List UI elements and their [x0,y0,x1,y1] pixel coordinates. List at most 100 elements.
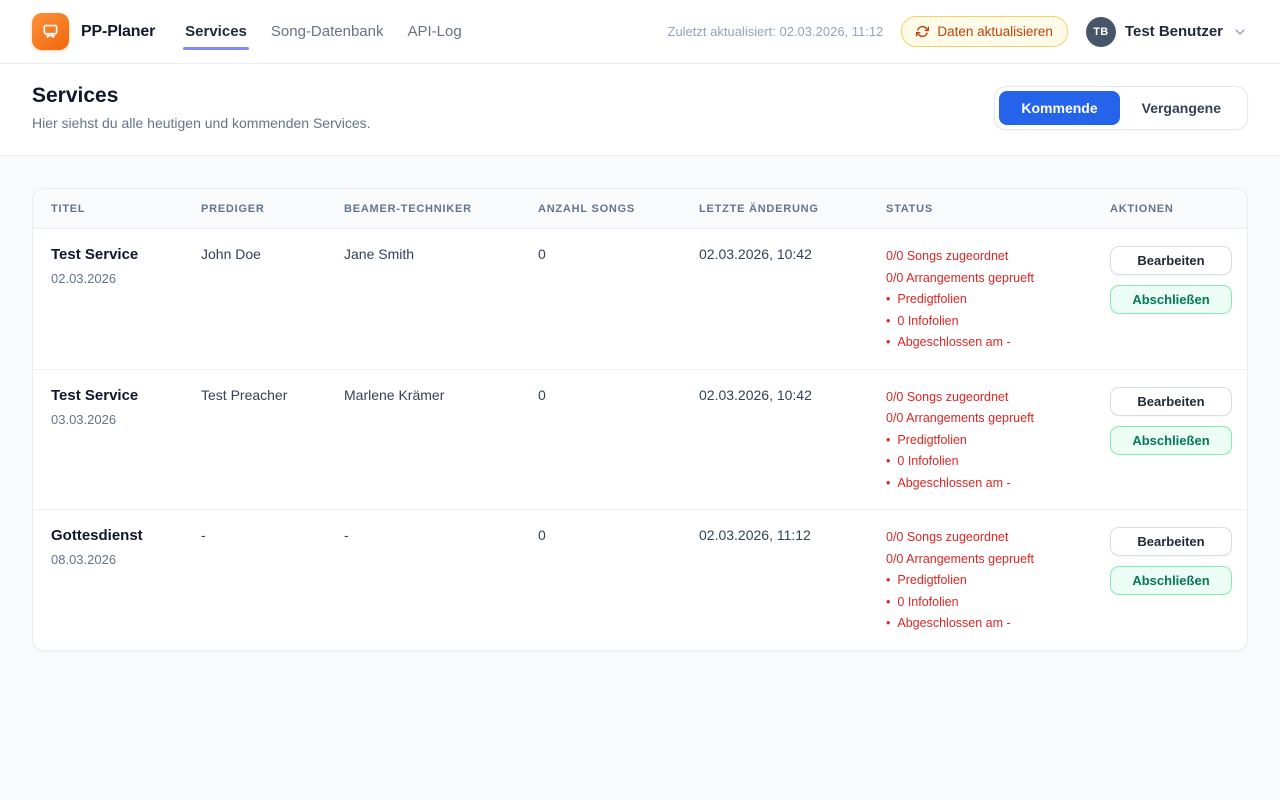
service-date: 03.03.2026 [51,412,175,427]
nav-item-song-datenbank[interactable]: Song-Datenbank [271,23,384,40]
cell-prediger: John Doe [183,229,326,370]
user-menu[interactable]: TB Test Benutzer [1086,17,1248,47]
status-bullet-text: Abgeschlossen am - [897,332,1010,354]
col-header-status: STATUS [868,189,1092,229]
col-header-titel: TITEL [33,189,183,229]
col-header-prediger: PREDIGER [183,189,326,229]
col-header-beamer-techniker: BEAMER-TECHNIKER [326,189,520,229]
cell-aktionen: Bearbeiten Abschließen [1092,510,1247,650]
bullet-dot: • [886,332,890,354]
cell-beamer-techniker: Jane Smith [326,229,520,370]
page-title: Services [32,84,371,108]
header-right: Zuletzt aktualisiert: 02.03.2026, 11:12 … [668,16,1249,47]
services-table: TITEL PREDIGER BEAMER-TECHNIKER ANZAHL S… [33,189,1247,650]
cell-anzahl-songs: 0 [520,369,681,510]
status-bullet-text: Predigtfolien [897,570,967,592]
bullet-dot: • [886,289,890,311]
tab-kommende[interactable]: Kommende [999,91,1119,125]
cell-letzte-aenderung: 02.03.2026, 10:42 [681,229,868,370]
bullet-dot: • [886,613,890,635]
cell-prediger: Test Preacher [183,369,326,510]
bullet-dot: • [886,473,890,495]
page-head: Services Hier siehst du alle heutigen un… [0,64,1280,156]
nav-item-services[interactable]: Services [185,23,247,40]
filter-segmented-control: Kommende Vergangene [994,86,1248,130]
status-block: 0/0 Songs zugeordnet 0/0 Arrangements ge… [886,527,1084,635]
bullet-dot: • [886,311,890,333]
table-head: TITEL PREDIGER BEAMER-TECHNIKER ANZAHL S… [33,189,1247,229]
services-table-card: TITEL PREDIGER BEAMER-TECHNIKER ANZAHL S… [32,188,1248,651]
service-title: Test Service [51,246,175,263]
status-bullet-item: • 0 Infofolien [886,311,1084,333]
page-head-text: Services Hier siehst du alle heutigen un… [32,84,371,131]
user-name: Test Benutzer [1125,23,1223,40]
main-content: TITEL PREDIGER BEAMER-TECHNIKER ANZAHL S… [0,156,1280,683]
cell-beamer-techniker: - [326,510,520,650]
bullet-dot: • [886,451,890,473]
service-date: 02.03.2026 [51,271,175,286]
col-header-anzahl-songs: ANZAHL SONGS [520,189,681,229]
col-header-aktionen: AKTIONEN [1092,189,1247,229]
status-arrangements: 0/0 Arrangements geprueft [886,408,1084,430]
status-songs: 0/0 Songs zugeordnet [886,527,1084,549]
page-subtitle: Hier siehst du alle heutigen und kommend… [32,115,371,131]
status-bullet-text: 0 Infofolien [897,311,958,333]
col-header-letzte-aenderung: LETZTE ÄNDERUNG [681,189,868,229]
presentation-screen-icon [40,21,61,42]
refresh-icon [916,25,929,38]
service-title: Gottesdienst [51,527,175,544]
cell-aktionen: Bearbeiten Abschließen [1092,369,1247,510]
complete-button[interactable]: Abschließen [1110,566,1232,595]
status-songs: 0/0 Songs zugeordnet [886,387,1084,409]
table-row: Gottesdienst 08.03.2026 - - 0 02.03.2026… [33,510,1247,650]
refresh-data-button[interactable]: Daten aktualisieren [901,16,1068,47]
status-bullet-text: Abgeschlossen am - [897,613,1010,635]
status-bullet-item: • 0 Infofolien [886,592,1084,614]
refresh-button-label: Daten aktualisieren [937,24,1053,39]
table-body: Test Service 02.03.2026 John Doe Jane Sm… [33,229,1247,650]
service-date: 08.03.2026 [51,552,175,567]
last-updated-text: Zuletzt aktualisiert: 02.03.2026, 11:12 [668,24,884,39]
bullet-dot: • [886,570,890,592]
cell-anzahl-songs: 0 [520,510,681,650]
status-bullet-item: • Abgeschlossen am - [886,613,1084,635]
status-bullet-item: • Predigtfolien [886,430,1084,452]
cell-titel: Gottesdienst 08.03.2026 [33,510,183,650]
status-arrangements: 0/0 Arrangements geprueft [886,268,1084,290]
status-bullet-item: • Abgeschlossen am - [886,332,1084,354]
complete-button[interactable]: Abschließen [1110,285,1232,314]
cell-status: 0/0 Songs zugeordnet 0/0 Arrangements ge… [868,369,1092,510]
cell-beamer-techniker: Marlene Krämer [326,369,520,510]
bullet-dot: • [886,592,890,614]
status-arrangements: 0/0 Arrangements geprueft [886,549,1084,571]
table-row: Test Service 02.03.2026 John Doe Jane Sm… [33,229,1247,370]
edit-button[interactable]: Bearbeiten [1110,246,1232,275]
nav-item-api-log[interactable]: API-Log [407,23,461,40]
cell-titel: Test Service 03.03.2026 [33,369,183,510]
status-bullet-text: Predigtfolien [897,430,967,452]
cell-titel: Test Service 02.03.2026 [33,229,183,370]
app-header: PP-Planer Services Song-Datenbank API-Lo… [0,0,1280,64]
status-songs: 0/0 Songs zugeordnet [886,246,1084,268]
status-block: 0/0 Songs zugeordnet 0/0 Arrangements ge… [886,387,1084,495]
tab-vergangene[interactable]: Vergangene [1120,91,1243,125]
avatar: TB [1086,17,1116,47]
header-left: PP-Planer Services Song-Datenbank API-Lo… [32,13,462,50]
cell-prediger: - [183,510,326,650]
table-row: Test Service 03.03.2026 Test Preacher Ma… [33,369,1247,510]
brand-title: PP-Planer [81,23,155,41]
complete-button[interactable]: Abschließen [1110,426,1232,455]
cell-aktionen: Bearbeiten Abschließen [1092,229,1247,370]
edit-button[interactable]: Bearbeiten [1110,527,1232,556]
cell-letzte-aenderung: 02.03.2026, 11:12 [681,510,868,650]
edit-button[interactable]: Bearbeiten [1110,387,1232,416]
chevron-down-icon [1232,24,1248,40]
cell-anzahl-songs: 0 [520,229,681,370]
status-bullet-item: • Abgeschlossen am - [886,473,1084,495]
status-bullet-item: • Predigtfolien [886,289,1084,311]
main-nav: Services Song-Datenbank API-Log [185,23,462,40]
app-logo [32,13,69,50]
cell-letzte-aenderung: 02.03.2026, 10:42 [681,369,868,510]
bullet-dot: • [886,430,890,452]
status-bullet-text: Abgeschlossen am - [897,473,1010,495]
